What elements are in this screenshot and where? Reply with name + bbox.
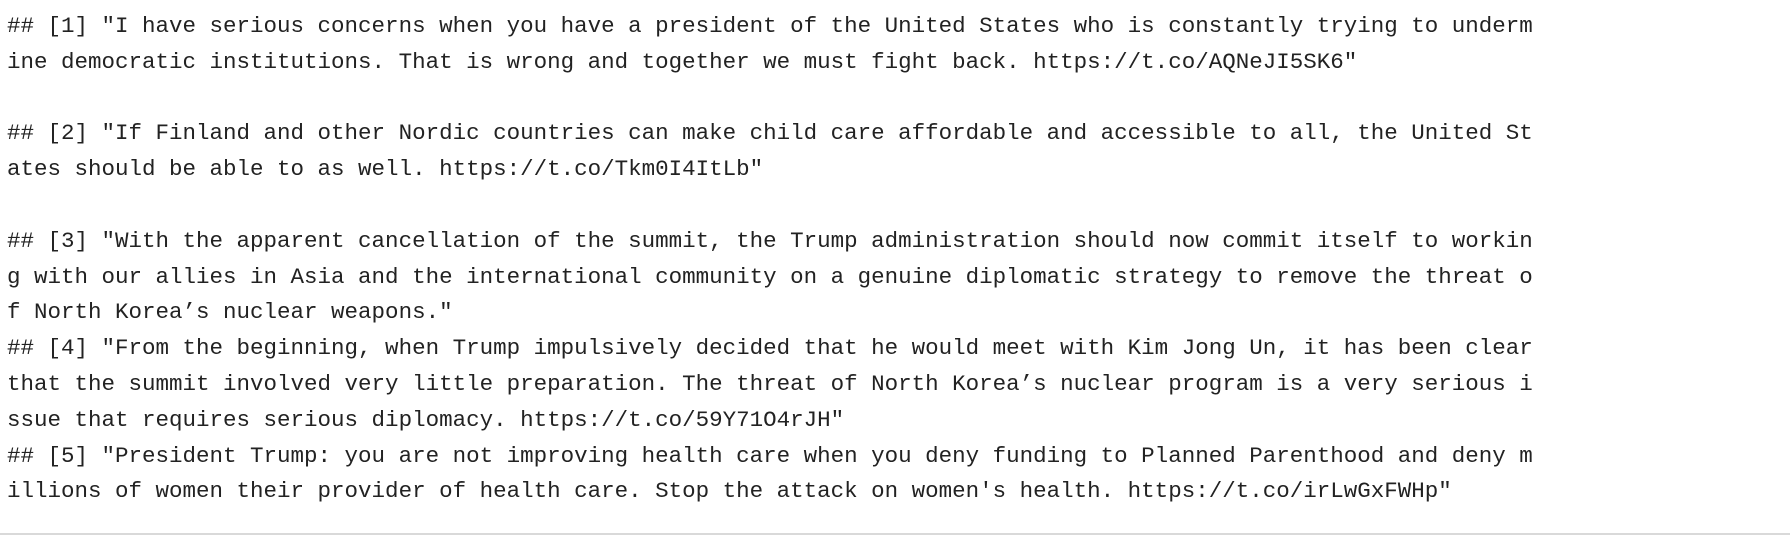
code-output-block: ## [1] "I have serious concerns when you… [7, 9, 1783, 510]
output-line: ## [3] "With the apparent cancellation o… [7, 227, 1533, 254]
output-line: illions of women their provider of healt… [7, 478, 1452, 505]
console-output-panel: ## [1] "I have serious concerns when you… [0, 0, 1790, 536]
output-line: ine democratic institutions. That is wro… [7, 48, 1358, 75]
output-line: ## [5] "President Trump: you are not imp… [7, 442, 1533, 469]
bottom-divider [0, 533, 1790, 535]
output-line: ssue that requires serious diplomacy. ht… [7, 406, 845, 433]
output-line: ates should be able to as well. https://… [7, 156, 764, 183]
output-line: that the summit involved very little pre… [7, 370, 1533, 397]
output-line: ## [1] "I have serious concerns when you… [7, 13, 1533, 39]
output-line: ## [4] "From the beginning, when Trump i… [7, 335, 1533, 362]
output-line: ## [2] "If Finland and other Nordic coun… [7, 120, 1533, 147]
output-line: f North Korea’s nuclear weapons." [7, 299, 453, 326]
output-line: g with our allies in Asia and the intern… [7, 263, 1533, 290]
